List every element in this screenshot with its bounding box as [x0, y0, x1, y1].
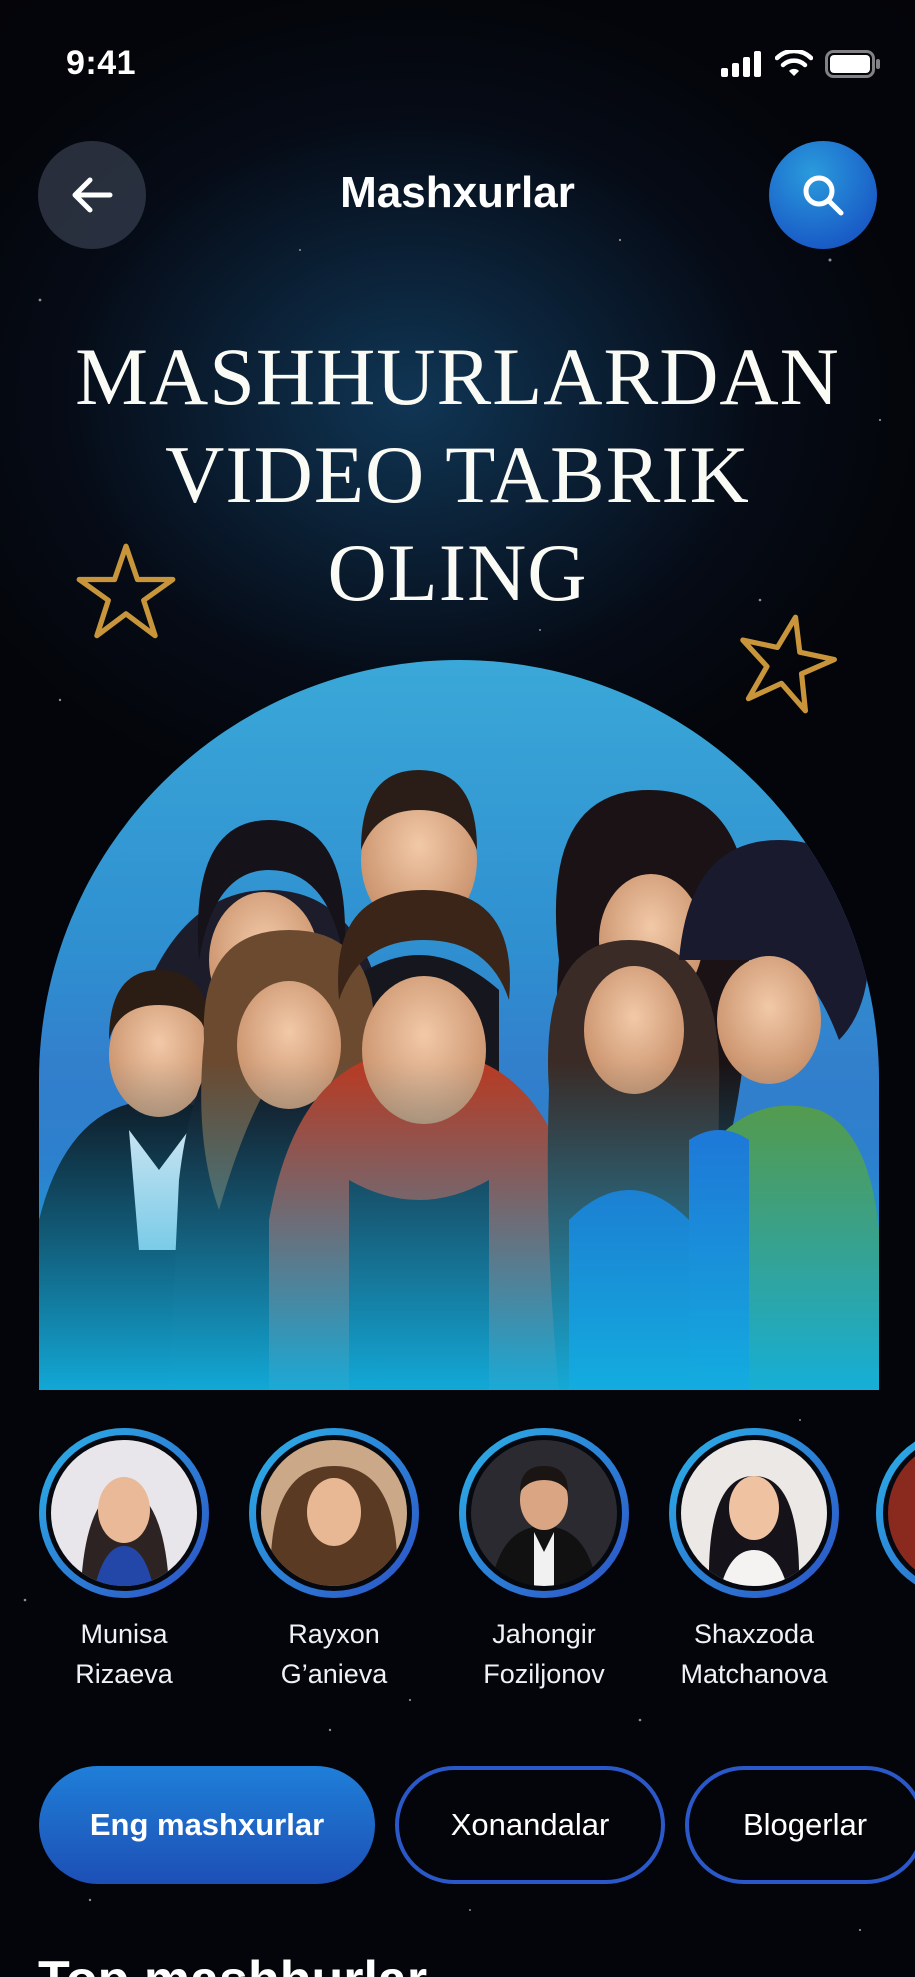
- celebrity-carousel[interactable]: Munisa Rizaeva Rayxon G’anieva Jahongir …: [0, 1428, 915, 1689]
- celebrity-group-illustration: [39, 660, 879, 1390]
- celebrity-card[interactable]: Shaxzoda Matchanova: [669, 1428, 839, 1694]
- celebrity-name: Jahongir Foziljonov: [483, 1619, 605, 1689]
- filter-chip-blogerlar[interactable]: Blogerlar: [685, 1766, 915, 1884]
- section-title: Top mashhurlar: [38, 1950, 427, 1977]
- celebrity-name: Munisa Rizaeva: [75, 1619, 173, 1689]
- celebrity-name: Shaxzoda Matchanova: [680, 1619, 828, 1689]
- wifi-icon: [775, 50, 813, 76]
- avatar[interactable]: [39, 1428, 209, 1598]
- avatar[interactable]: [669, 1428, 839, 1598]
- hero-line-1: MASHHURLARDAN: [75, 331, 840, 422]
- celebrity-card[interactable]: Jahongir Foziljonov: [459, 1428, 629, 1694]
- hero-celebrity-group-image: [39, 660, 879, 1390]
- celebrity-photo: [261, 1440, 407, 1586]
- battery-icon: [825, 50, 880, 78]
- avatar[interactable]: [876, 1428, 915, 1598]
- avatar[interactable]: [459, 1428, 629, 1598]
- celebrity-photo: [681, 1440, 827, 1586]
- celebrity-card-partial[interactable]: [876, 1428, 915, 1598]
- screen: 9:41 Mashxurlar MASHHURLARDAN VIDEO TABR…: [0, 0, 915, 1977]
- star-outline-icon: [76, 543, 176, 639]
- status-bar: 9:41: [0, 0, 915, 130]
- hero-line-2: VIDEO TABRIK: [165, 429, 750, 520]
- status-time: 9:41: [66, 44, 137, 82]
- celebrity-card[interactable]: Munisa Rizaeva: [39, 1428, 209, 1694]
- signal-icon: [721, 51, 761, 77]
- filter-chip-eng-mashxurlar[interactable]: Eng mashxurlar: [39, 1766, 375, 1884]
- filter-chip-xonandalar[interactable]: Xonandalar: [395, 1766, 665, 1884]
- star-outline-icon: [740, 614, 837, 714]
- celebrity-card[interactable]: Rayxon G’anieva: [249, 1428, 419, 1694]
- celebrity-photo: [51, 1440, 197, 1586]
- search-icon: [803, 175, 844, 216]
- system-icons: [721, 50, 881, 78]
- celebrity-name: Rayxon G’anieva: [280, 1619, 388, 1689]
- search-button[interactable]: [769, 141, 877, 249]
- avatar[interactable]: [249, 1428, 419, 1598]
- celebrity-photo: [888, 1440, 915, 1586]
- celebrity-photo: [471, 1440, 617, 1586]
